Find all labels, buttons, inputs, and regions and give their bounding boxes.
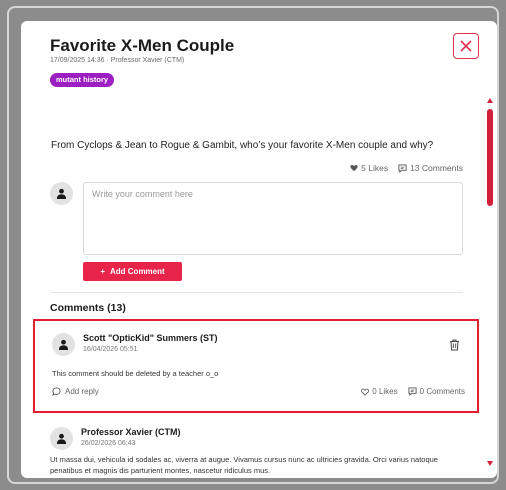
comment-date: 16/04/2026 05:51	[83, 346, 138, 353]
comment-date: 26/02/2026 06:43	[81, 440, 136, 447]
comment-likes[interactable]: 0 Likes	[361, 387, 398, 396]
post-stats: 5 Likes 13 Comments	[350, 163, 463, 173]
modal-header: Favorite X-Men Couple 17/09/2025 14:36 ·…	[21, 21, 497, 116]
post-comments[interactable]: 13 Comments	[398, 163, 463, 173]
comment-item: Scott "OpticKid" Summers (ST) 16/04/2026…	[33, 319, 479, 413]
comment-comments[interactable]: 0 Comments	[408, 387, 465, 396]
add-reply-label: Add reply	[65, 387, 99, 396]
user-icon	[56, 188, 67, 199]
trash-icon	[450, 339, 459, 351]
comment-comments-label: 0 Comments	[419, 387, 465, 396]
post-tag[interactable]: mutant history	[50, 73, 115, 87]
post-likes[interactable]: 5 Likes	[350, 163, 388, 173]
post-title: Favorite X-Men Couple	[50, 36, 235, 55]
comment-author: Scott "OpticKid" Summers (ST)	[83, 333, 218, 343]
user-icon	[56, 433, 67, 444]
modal-scroll-area[interactable]: From Cyclops & Jean to Rogue & Gambit, w…	[21, 116, 485, 478]
comments-heading: Comments (13)	[50, 302, 126, 314]
close-icon	[460, 40, 472, 52]
add-reply-button[interactable]: Add reply	[52, 387, 99, 396]
modal-scrollbar[interactable]	[487, 98, 495, 468]
comment-author: Professor Xavier (CTM)	[81, 427, 181, 437]
post-modal: Favorite X-Men Couple 17/09/2025 14:36 ·…	[21, 21, 497, 478]
comment-input[interactable]: Write your comment here	[83, 182, 463, 255]
scroll-up-arrow-icon[interactable]	[487, 98, 493, 103]
scroll-thumb[interactable]	[487, 109, 493, 206]
post-comments-label: 13 Comments	[410, 163, 463, 173]
add-comment-label: Add Comment	[110, 267, 165, 276]
post-question: From Cyclops & Jean to Rogue & Gambit, w…	[51, 140, 434, 151]
post-likes-label: 5 Likes	[361, 163, 389, 173]
scroll-down-arrow-icon[interactable]	[487, 461, 493, 466]
close-button[interactable]	[453, 33, 479, 59]
delete-comment-button[interactable]	[449, 338, 460, 356]
current-user-avatar	[50, 182, 73, 205]
section-divider	[50, 292, 463, 293]
comment-stats: 0 Likes 0 Comments	[361, 387, 465, 396]
user-icon	[58, 339, 69, 350]
heart-outline-icon	[361, 388, 370, 396]
heart-icon	[350, 165, 358, 172]
comment-item: Professor Xavier (CTM) 26/02/2026 06:43 …	[33, 415, 479, 478]
comment-body: This comment should be deleted by a teac…	[52, 369, 219, 378]
comment-body: Ut massa dui, vehicula id sodales ac, vi…	[50, 455, 438, 475]
comment-icon	[408, 387, 417, 396]
comment-avatar	[50, 427, 73, 450]
plus-icon: +	[100, 267, 105, 276]
comment-avatar	[52, 333, 75, 356]
comment-likes-label: 0 Likes	[372, 387, 398, 396]
comment-icon	[398, 163, 407, 173]
speech-bubble-icon	[52, 387, 61, 396]
add-comment-button[interactable]: + Add Comment	[83, 262, 182, 281]
post-meta: 17/09/2025 14:36 · Professor Xavier (CTM…	[50, 57, 185, 64]
